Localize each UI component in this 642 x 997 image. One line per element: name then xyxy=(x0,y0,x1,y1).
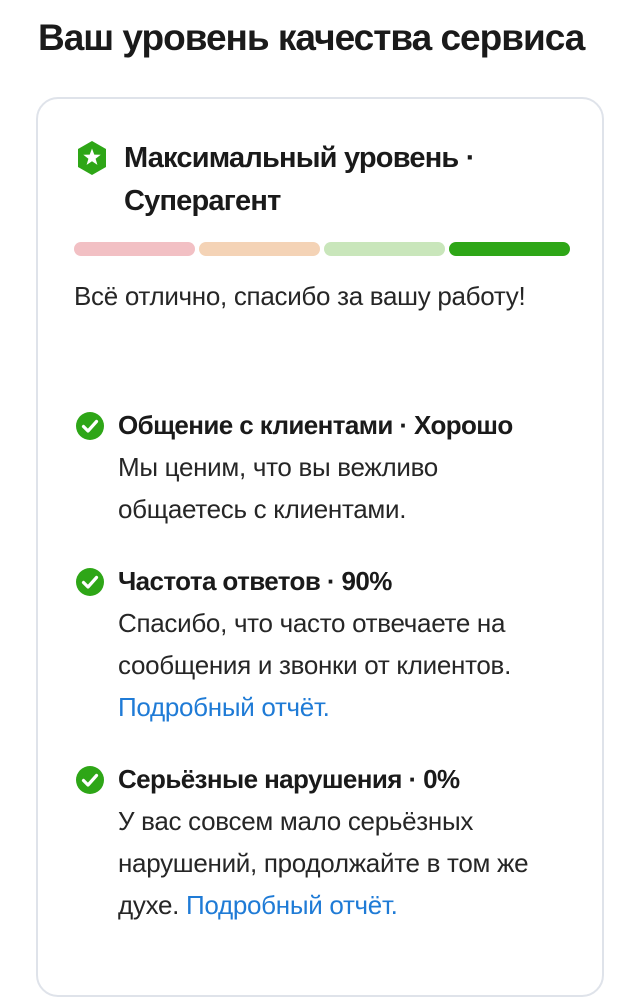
metric-title: Общение с клиентами · Хорошо xyxy=(118,410,513,440)
check-circle-icon xyxy=(76,568,104,596)
metric-description-block: Спасибо, что часто отвечаете на сообщени… xyxy=(118,602,548,728)
metric-description-block: У вас совсем мало серьёзных нарушений, п… xyxy=(118,800,548,926)
star-badge-icon xyxy=(78,141,106,175)
metric-title: Частота ответов · 90% xyxy=(118,566,392,596)
metric-item-serious-violations: Серьёзные нарушения · 0% У вас совсем ма… xyxy=(76,758,576,926)
page-title: Ваш уровень качества сервиса xyxy=(38,17,585,58)
detailed-report-link[interactable]: Подробный отчёт. xyxy=(118,692,330,722)
level-progress-segment-4 xyxy=(449,242,570,256)
check-circle-icon xyxy=(76,766,104,794)
quality-level-card: Максимальный уровень · Суперагент Всё от… xyxy=(36,97,604,997)
check-circle-icon xyxy=(76,412,104,440)
metric-description-block: Мы ценим, что вы вежливо общаетесь с кли… xyxy=(118,446,548,530)
metric-item-response-rate: Частота ответов · 90% Спасибо, что часто… xyxy=(76,560,576,728)
level-title: Максимальный уровень · Суперагент xyxy=(124,142,475,217)
metric-description: Мы ценим, что вы вежливо общаетесь с кли… xyxy=(118,452,438,524)
level-progress-segment-1 xyxy=(74,242,195,256)
level-progress-segment-3 xyxy=(324,242,445,256)
metric-item-communication: Общение с клиентами · Хорошо Мы ценим, ч… xyxy=(76,404,576,530)
detailed-report-link[interactable]: Подробный отчёт. xyxy=(186,890,398,920)
level-progress-bar xyxy=(74,242,570,256)
level-progress-segment-2 xyxy=(199,242,320,256)
level-summary: Всё отлично, спасибо за вашу работу! xyxy=(74,281,526,311)
metric-description: Спасибо, что часто отвечаете на сообщени… xyxy=(118,608,511,680)
metric-title: Серьёзные нарушения · 0% xyxy=(118,764,460,794)
